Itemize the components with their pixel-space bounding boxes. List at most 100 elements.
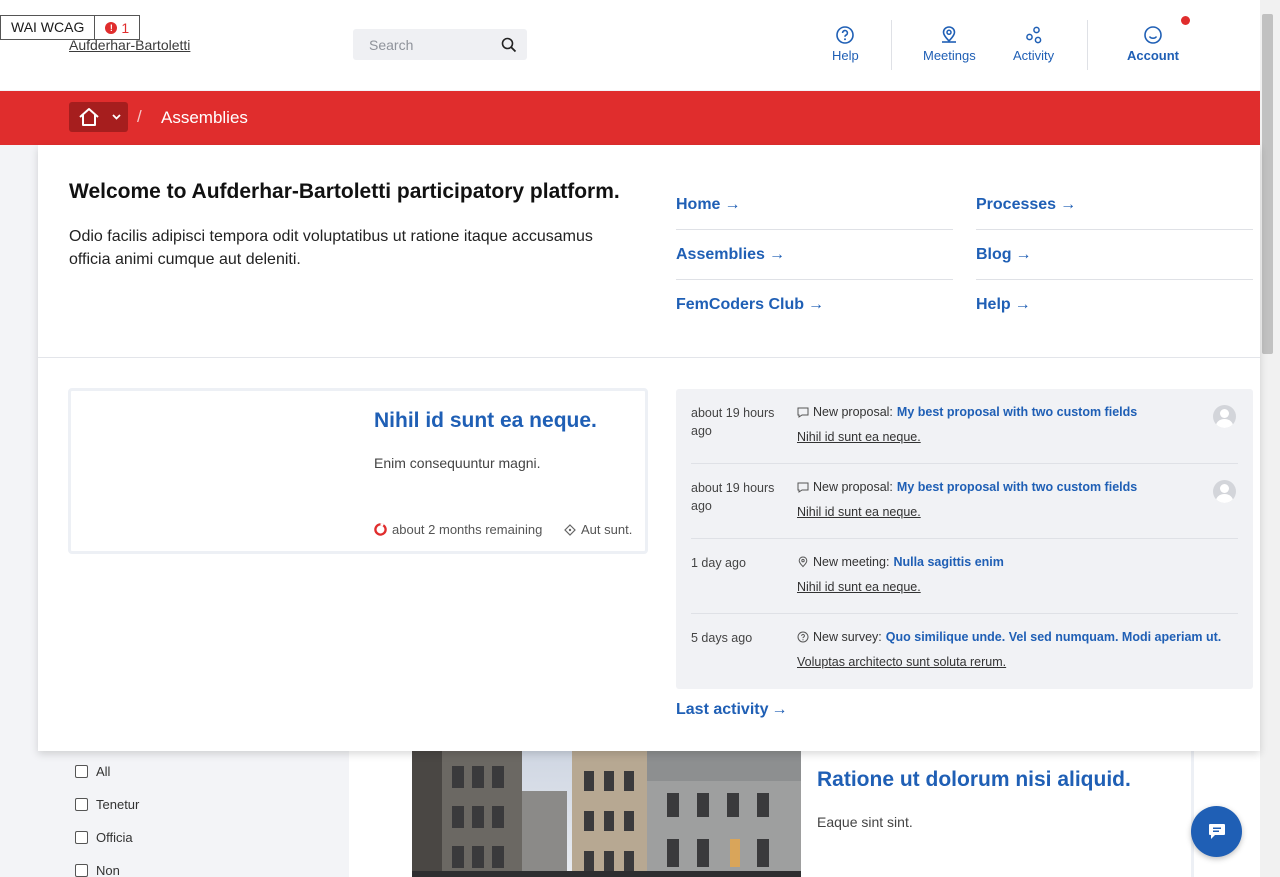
tag-icon xyxy=(564,523,576,536)
quick-link-label: Processes xyxy=(976,195,1057,213)
quick-link-assemblies[interactable]: Assemblies → xyxy=(676,230,953,280)
activity-item: about 19 hours ago New proposal: My best… xyxy=(691,464,1238,539)
welcome-title: Welcome to Aufderhar-Bartoletti particip… xyxy=(69,180,620,203)
card-description: Enim consequuntur magni. xyxy=(374,455,541,471)
quick-link-femcoders[interactable]: FemCoders Club → xyxy=(676,280,953,330)
featured-card[interactable]: Nihil id sunt ea neque. Enim consequuntu… xyxy=(68,388,648,554)
street-photo xyxy=(412,751,801,877)
quick-link-label: Help xyxy=(976,296,1011,313)
arrow-right-icon: → xyxy=(1060,195,1077,213)
quick-link-blog[interactable]: Blog → xyxy=(976,230,1253,280)
nav-meetings[interactable]: Meetings xyxy=(923,25,976,63)
home-dropdown-panel: Welcome to Aufderhar-Bartoletti particip… xyxy=(38,145,1260,751)
filter-all[interactable]: All xyxy=(75,764,110,779)
breadcrumb-bar: / Assemblies xyxy=(0,91,1260,145)
last-activity-link[interactable]: Last activity → xyxy=(676,701,787,719)
avatar[interactable] xyxy=(1213,405,1236,428)
error-icon: ! xyxy=(105,21,118,34)
filter-non[interactable]: Non xyxy=(75,863,120,877)
meeting-pin-icon xyxy=(798,556,808,568)
chat-button[interactable] xyxy=(1191,806,1242,857)
arrow-right-icon: → xyxy=(771,701,788,718)
filter-label: All xyxy=(96,764,111,779)
avatar[interactable] xyxy=(1213,480,1236,503)
nav-account[interactable]: Account xyxy=(1127,25,1179,63)
chevron-down-icon xyxy=(112,114,121,120)
filters-sidebar xyxy=(0,751,349,877)
quick-link-help[interactable]: Help → xyxy=(976,280,1253,330)
progress-ring-icon xyxy=(374,523,387,536)
activity-title-link[interactable]: Nulla sagittis enim xyxy=(893,555,1003,569)
activity-item: 1 day ago New meeting: Nulla sagittis en… xyxy=(691,539,1238,614)
breadcrumb-separator: / xyxy=(137,107,142,126)
card-title[interactable]: Ratione ut dolorum nisi aliquid. xyxy=(817,768,1131,792)
nav-account-label: Account xyxy=(1127,48,1179,63)
card-description: Eaque sint sint. xyxy=(817,814,913,830)
quick-link-label: Blog xyxy=(976,245,1012,263)
card-border xyxy=(1191,751,1194,877)
activity-space-link[interactable]: Voluptas architecto sunt soluta rerum. xyxy=(797,655,1006,669)
search-icon[interactable] xyxy=(501,37,517,53)
scrollbar-thumb[interactable] xyxy=(1262,14,1273,354)
nav-help-label: Help xyxy=(832,48,859,63)
activity-time: 5 days ago xyxy=(691,631,753,645)
arrow-right-icon: → xyxy=(724,195,741,213)
nav-activity[interactable]: Activity xyxy=(1013,25,1054,63)
activity-space-link[interactable]: Nihil id sunt ea neque. xyxy=(797,430,921,444)
wcag-count-value: 1 xyxy=(121,19,130,36)
quick-link-label: FemCoders Club xyxy=(676,296,805,313)
wcag-label: WAI WCAG xyxy=(1,16,96,39)
wcag-badge[interactable]: WAI WCAG ! 1 xyxy=(0,15,141,40)
checkbox[interactable] xyxy=(75,864,88,877)
activity-time: about 19 hours ago xyxy=(691,406,775,438)
last-activity-label: Last activity xyxy=(676,701,769,718)
filter-label: Officia xyxy=(96,830,133,845)
arrow-right-icon: → xyxy=(1015,245,1032,263)
home-menu-button[interactable] xyxy=(69,102,128,132)
nav-meetings-label: Meetings xyxy=(923,48,976,63)
account-icon xyxy=(1144,26,1162,44)
checkbox[interactable] xyxy=(75,798,88,811)
arrow-right-icon: → xyxy=(768,245,785,263)
activity-space-link[interactable]: Nihil id sunt ea neque. xyxy=(797,505,921,519)
activity-space-link[interactable]: Nihil id sunt ea neque. xyxy=(797,580,921,594)
breadcrumb-current[interactable]: Assemblies xyxy=(161,108,248,128)
checkbox[interactable] xyxy=(75,831,88,844)
panel-divider xyxy=(38,357,1260,358)
welcome-description: Odio facilis adipisci tempora odit volup… xyxy=(69,228,593,268)
activity-type: New proposal: xyxy=(813,405,893,419)
wcag-error-count: ! 1 xyxy=(95,16,139,39)
arrow-right-icon: → xyxy=(1014,296,1031,313)
nav-help[interactable]: Help xyxy=(832,25,859,63)
activity-item: 5 days ago New survey: Quo similique und… xyxy=(691,614,1238,689)
activity-title-link[interactable]: My best proposal with two custom fields xyxy=(897,405,1137,419)
filter-officia[interactable]: Officia xyxy=(75,830,133,845)
card-tag-label: Aut sunt. xyxy=(581,522,633,537)
activity-item: about 19 hours ago New proposal: My best… xyxy=(691,389,1238,464)
activity-type: New survey: xyxy=(813,630,882,644)
activity-title-link[interactable]: Quo similique unde. Vel sed numquam. Mod… xyxy=(886,630,1221,644)
quick-link-label: Home xyxy=(676,195,721,213)
quick-link-home[interactable]: Home → xyxy=(676,180,953,230)
checkbox[interactable] xyxy=(75,765,88,778)
card-title[interactable]: Nihil id sunt ea neque. xyxy=(374,409,597,433)
activity-time: about 19 hours ago xyxy=(691,481,775,513)
filter-label: Non xyxy=(96,863,120,877)
quick-link-processes[interactable]: Processes → xyxy=(976,180,1253,230)
card-image[interactable] xyxy=(412,751,801,877)
activity-title-link[interactable]: My best proposal with two custom fields xyxy=(897,480,1137,494)
home-icon xyxy=(79,108,99,126)
filter-tenetur[interactable]: Tenetur xyxy=(75,797,139,812)
nav-activity-label: Activity xyxy=(1013,48,1055,63)
filter-label: Tenetur xyxy=(96,797,140,812)
nav-divider xyxy=(891,20,892,70)
activity-time: 1 day ago xyxy=(691,556,746,570)
chat-icon xyxy=(1208,824,1225,839)
activity-type: New meeting: xyxy=(813,555,890,569)
search-placeholder: Search xyxy=(369,36,414,53)
time-remaining: about 2 months remaining xyxy=(374,522,542,537)
quick-link-label: Assemblies xyxy=(676,245,765,263)
survey-icon xyxy=(797,631,809,643)
search-input[interactable]: Search xyxy=(353,29,527,60)
activity-description: New survey: Quo similique unde. Vel sed … xyxy=(797,630,1221,644)
